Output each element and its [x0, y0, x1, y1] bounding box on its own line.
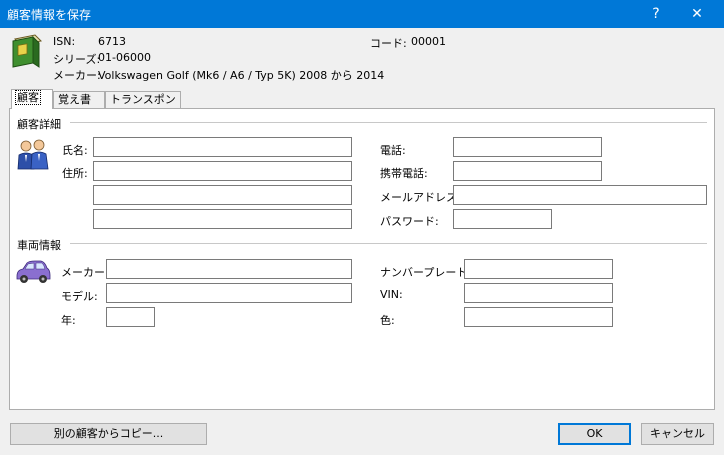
address-label: 住所:: [62, 167, 88, 180]
window-title: 顧客情報を保存: [7, 8, 92, 22]
people-icon: [16, 139, 50, 174]
phone-field[interactable]: [453, 137, 602, 157]
series-label: シリーズ:: [53, 53, 101, 66]
copy-from-customer-button[interactable]: 別の顧客からコピー...: [10, 423, 207, 445]
isn-value: 6713: [98, 35, 126, 48]
close-button[interactable]: ✕: [677, 0, 717, 28]
model-field[interactable]: [106, 283, 352, 303]
customer-section-title: 顧客詳細: [17, 118, 61, 131]
email-label: メールアドレス:: [380, 191, 461, 204]
divider: [70, 243, 707, 244]
code-value: 00001: [411, 35, 446, 48]
ok-button[interactable]: OK: [558, 423, 631, 445]
model-label: モデル:: [61, 290, 98, 303]
mobile-field[interactable]: [453, 161, 602, 181]
color-field[interactable]: [464, 307, 613, 327]
vehicle-maker-field[interactable]: [106, 259, 352, 279]
name-label: 氏名:: [62, 144, 88, 157]
vin-label: VIN:: [380, 288, 403, 301]
address-field-2[interactable]: [93, 185, 352, 205]
title-bar: 顧客情報を保存 ? ✕: [0, 0, 724, 28]
color-label: 色:: [380, 314, 395, 327]
code-label: コード:: [370, 37, 407, 50]
vehicle-maker-label: メーカー:: [61, 266, 109, 279]
email-field[interactable]: [453, 185, 707, 205]
divider: [70, 122, 707, 123]
car-icon: [15, 258, 51, 289]
plate-field[interactable]: [464, 259, 613, 279]
green-book-icon: [9, 33, 43, 72]
name-field[interactable]: [93, 137, 352, 157]
maker-label: メーカー:: [53, 69, 101, 82]
vin-field[interactable]: [464, 283, 613, 303]
isn-label: ISN:: [53, 35, 76, 48]
plate-label: ナンバープレート:: [380, 266, 472, 279]
password-label: パスワード:: [380, 215, 439, 228]
tab-notes[interactable]: 覚え書き: [53, 91, 105, 122]
mobile-label: 携帯電話:: [380, 167, 428, 180]
year-field[interactable]: [106, 307, 155, 327]
address-field-1[interactable]: [93, 161, 352, 181]
phone-label: 電話:: [380, 144, 406, 157]
cancel-button[interactable]: キャンセル: [641, 423, 714, 445]
help-button[interactable]: ?: [636, 0, 676, 28]
tab-transponder[interactable]: トランスポンダ: [105, 91, 181, 122]
year-label: 年:: [61, 314, 76, 327]
tab-customer[interactable]: 顧客: [11, 89, 53, 109]
password-field[interactable]: [453, 209, 552, 229]
maker-value: Volkswagen Golf (Mk6 / A6 / Typ 5K) 2008…: [98, 69, 385, 82]
vehicle-section-title: 車両情報: [17, 239, 61, 252]
address-field-3[interactable]: [93, 209, 352, 229]
series-value: 01-06000: [98, 51, 151, 64]
